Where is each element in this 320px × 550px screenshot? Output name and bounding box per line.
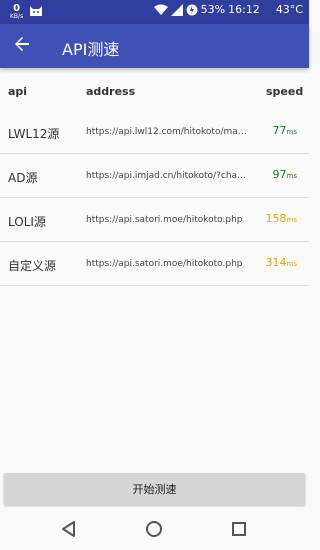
net-speed: 0 KB/s (10, 2, 24, 20)
api-speed: 77ms (273, 124, 297, 137)
api-address: https://api.lwl12.com/hitokoto/main… (86, 127, 248, 137)
api-name: LWL12源 (8, 127, 60, 141)
header-address: address (86, 85, 136, 98)
nav-home-button[interactable] (144, 519, 164, 539)
speed-unit: ms (286, 216, 297, 224)
status-bar: 0 KB/s 53% 16:12 43°C (0, 0, 309, 24)
square-recent-icon (229, 522, 249, 543)
table-row[interactable]: 自定义源 https://api.satori.moe/hitokoto.php… (0, 242, 309, 286)
page-title: API测速 (62, 40, 120, 59)
speed-unit: ms (286, 172, 297, 180)
table-row[interactable]: LWL12源 https://api.lwl12.com/hitokoto/ma… (0, 110, 309, 154)
api-name: LOLI源 (8, 215, 46, 229)
arrow-left-icon (14, 36, 30, 56)
temperature-text: 43°C (275, 3, 303, 16)
api-speed: 97ms (273, 168, 297, 181)
back-button[interactable] (10, 34, 34, 58)
speed-value: 158 (265, 212, 287, 225)
header-speed: speed (266, 85, 304, 98)
net-speed-value: 0 (13, 2, 21, 14)
wifi-icon (153, 4, 168, 16)
speed-unit: ms (286, 128, 297, 136)
status-right: 53% 16:12 43°C (153, 3, 303, 16)
header-api: api (8, 85, 28, 98)
speed-unit: ms (286, 260, 297, 268)
time-text: 16:12 (228, 3, 260, 16)
speed-value: 97 (272, 168, 287, 181)
navigation-bar (0, 508, 309, 550)
battery-text: 53% (200, 3, 226, 16)
triangle-back-icon (59, 521, 79, 543)
circle-home-icon (144, 521, 164, 543)
speed-value: 77 (272, 124, 287, 137)
cat-icon (29, 2, 43, 21)
status-left: 0 KB/s (10, 2, 43, 21)
api-address: https://api.satori.moe/hitokoto.php (86, 215, 243, 225)
api-name: AD源 (8, 171, 38, 185)
speed-table: api address speed LWL12源 https://api.lwl… (0, 70, 309, 286)
api-speed: 158ms (266, 212, 297, 225)
signal-icon (170, 3, 183, 16)
api-name: 自定义源 (8, 259, 57, 273)
speed-value: 314 (265, 256, 287, 269)
net-speed-unit: KB/s (10, 12, 24, 20)
nav-back-button[interactable] (59, 519, 79, 539)
api-speed: 314ms (266, 256, 297, 269)
api-address: https://api.satori.moe/hitokoto.php (86, 259, 243, 269)
table-header: api address speed (0, 70, 309, 110)
start-speed-test-button[interactable]: 开始测速 (4, 473, 305, 505)
moon-icon (263, 4, 273, 16)
app-bar: API测速 (0, 24, 309, 68)
nav-recent-button[interactable] (229, 519, 249, 539)
table-row[interactable]: AD源 https://api.imjad.cn/hitokoto/?chars… (0, 154, 309, 198)
table-row[interactable]: LOLI源 https://api.satori.moe/hitokoto.ph… (0, 198, 309, 242)
api-address: https://api.imjad.cn/hitokoto/?chars… (86, 171, 248, 181)
data-saver-icon (186, 4, 198, 16)
